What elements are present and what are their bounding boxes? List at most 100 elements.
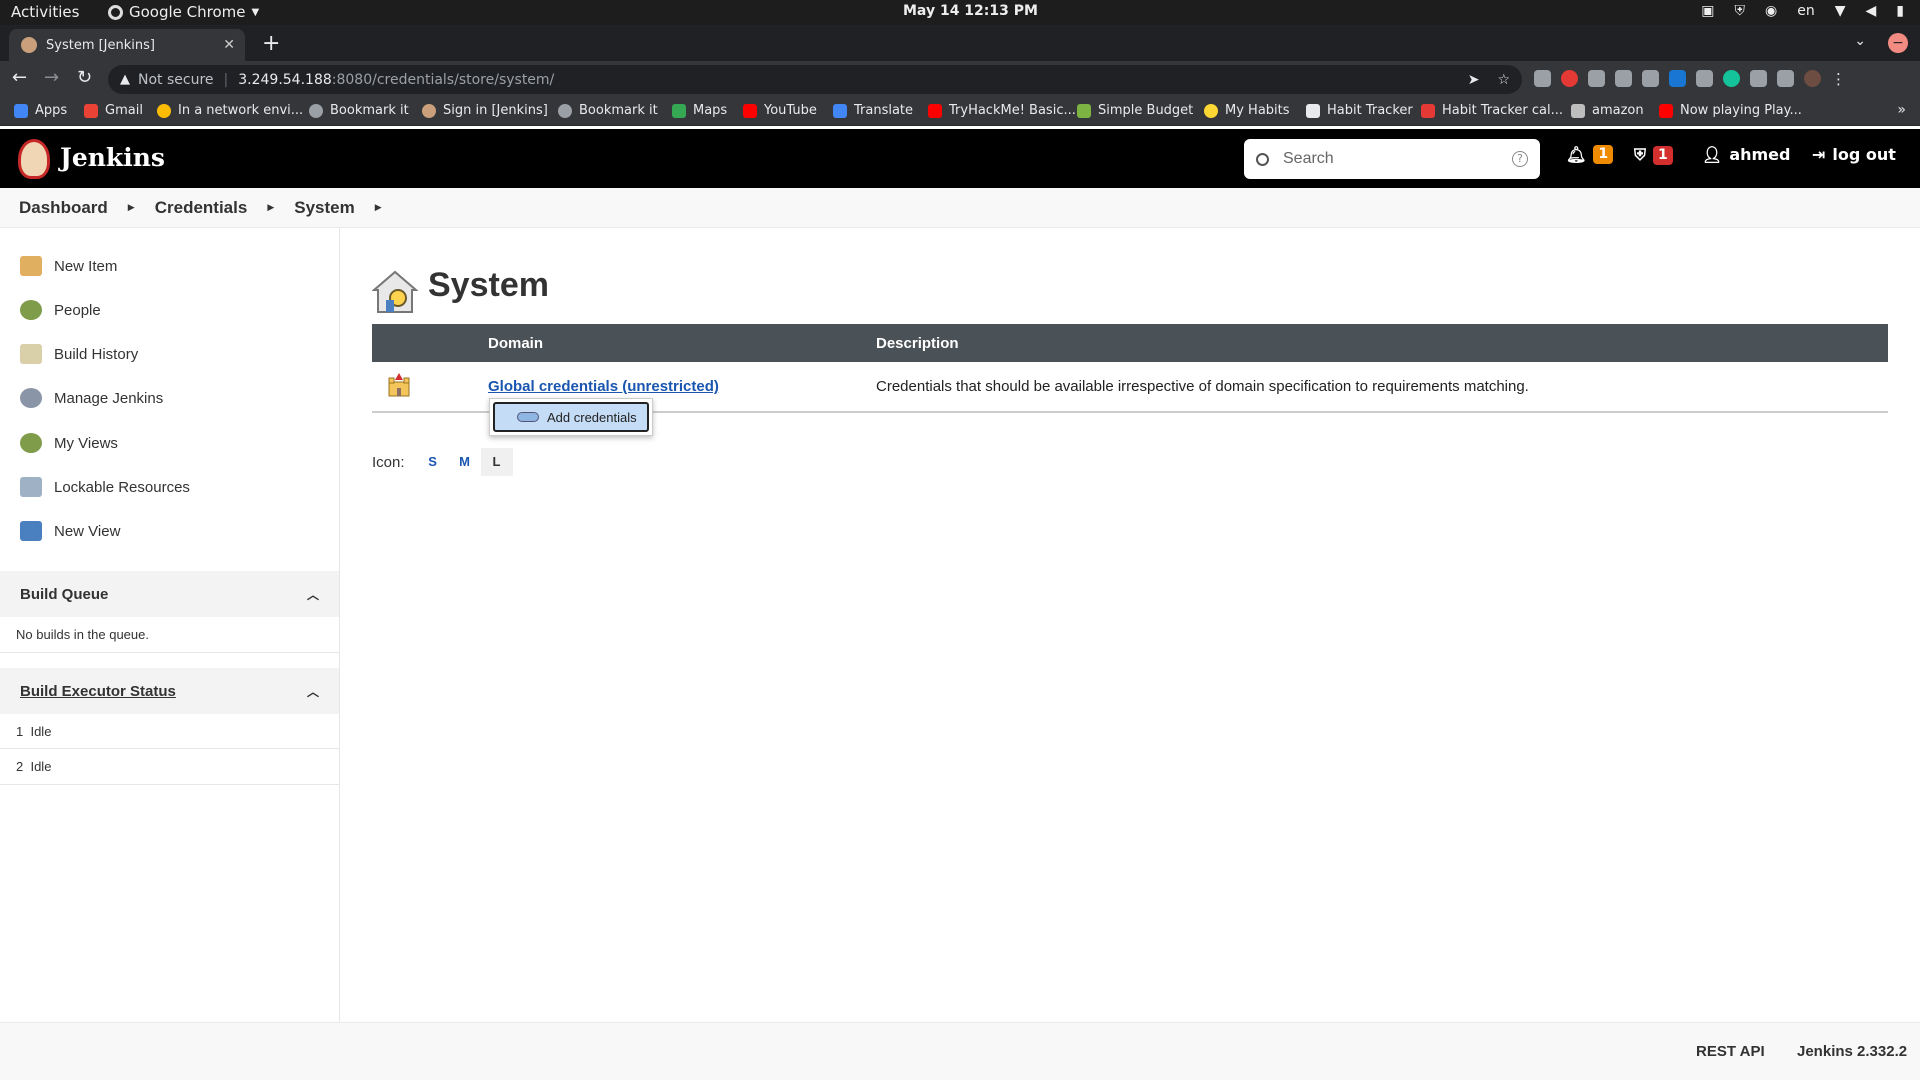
minimize-icon[interactable]: − [1888,33,1908,53]
chevron-right-icon[interactable]: ▶ [375,203,382,213]
language-indicator[interactable]: en [1797,3,1815,19]
breadcrumb: Dashboard ▶ Credentials ▶ System ▶ [0,188,1920,228]
build-queue-header[interactable]: Build Queue ︿ [0,571,339,617]
global-credentials-link[interactable]: Global credentials (unrestricted) [488,378,719,395]
reload-button[interactable]: ↻ [77,67,92,88]
bookmark-item[interactable]: My Habits [1204,103,1290,118]
bookmark-item[interactable]: Gmail [84,103,143,118]
puzzle-icon[interactable] [1750,70,1767,87]
app-menu[interactable]: Google Chrome ▼ [108,3,259,21]
adblock-icon[interactable] [1561,70,1578,87]
forward-button[interactable]: → [44,67,59,88]
back-button[interactable]: ← [12,67,27,88]
task-people[interactable]: People [20,300,101,320]
build-executor-title[interactable]: Build Executor Status [20,683,176,700]
bookmark-item[interactable]: Translate [833,103,913,118]
help-icon[interactable]: ? [1512,151,1528,167]
search-box[interactable]: ? [1244,139,1540,179]
camera-icon[interactable] [1615,70,1632,87]
maps-icon [672,103,686,118]
rest-api-link[interactable]: REST API [1696,1043,1765,1060]
extension-icon[interactable] [1588,70,1605,87]
new-tab-button[interactable]: + [262,31,280,56]
notion-icon[interactable] [1642,70,1659,87]
send-icon[interactable]: ➤ [1468,72,1480,88]
task-new-item[interactable]: New Item [20,256,117,276]
bookmark-item[interactable]: In a network envi... [157,103,303,118]
bookmark-item[interactable]: amazon [1571,103,1644,118]
bookmark-star-icon[interactable]: ☆ [1497,72,1510,88]
extension-icon[interactable] [1696,70,1713,87]
chevron-right-icon[interactable]: » [1897,102,1906,118]
executor-row: 2 Idle [0,749,339,785]
icon-size-medium[interactable]: M [449,448,481,476]
bookmark-item[interactable]: TryHackMe! Basic... [928,103,1076,118]
new-item-icon [20,256,42,276]
bookmark-item[interactable]: YouTube [743,103,817,118]
icon-size-small[interactable]: S [417,448,449,476]
extension-icon[interactable] [1534,70,1551,87]
jenkins-title[interactable]: Jenkins [60,143,165,172]
jenkins-logo-icon[interactable] [18,139,50,179]
logout-link[interactable]: ⇥ log out [1812,145,1896,164]
bookmark-item[interactable]: Apps [14,103,67,118]
url-path: :8080/credentials/store/system/ [331,71,555,88]
browser-tab[interactable]: System [Jenkins] ✕ [9,29,245,61]
task-new-view[interactable]: New View [20,521,120,541]
breadcrumb-dashboard[interactable]: Dashboard [19,198,108,218]
tab-search-icon[interactable]: ⌄ [1854,33,1866,49]
icon-size-large[interactable]: L [480,448,513,476]
separator: | [223,71,229,88]
address-bar[interactable]: ▲ Not secure | 3.249.54.188 :8080/creden… [108,65,1522,94]
icon-size-selector: Icon: S M L [372,448,513,476]
description-column-header[interactable]: Description [876,324,1888,362]
bookmark-item[interactable]: Maps [672,103,727,118]
search-icon [1256,152,1269,166]
bookmark-item[interactable]: Bookmark it [309,103,409,118]
bookmark-item[interactable]: Now playing Play... [1659,103,1802,118]
bookmarks-bar: Apps Gmail In a network envi... Bookmark… [0,98,1920,126]
task-my-views[interactable]: My Views [20,433,118,453]
bell-icon: 🔔︎ [1566,145,1587,164]
bookmark-item[interactable]: Bookmark it [558,103,658,118]
not-secure-label[interactable]: Not secure [138,72,214,88]
build-executor-header[interactable]: Build Executor Status ︿ [0,668,339,714]
task-manage-jenkins[interactable]: Manage Jenkins [20,388,163,408]
youtube-icon [1659,103,1673,118]
bookmark-item[interactable]: Simple Budget [1077,103,1193,118]
profile-avatar[interactable] [1804,70,1821,87]
user-link[interactable]: 👤︎ ahmed [1702,145,1790,164]
close-icon[interactable]: ✕ [223,37,235,53]
bookmark-item[interactable]: Habit Tracker [1306,103,1413,118]
jenkins-icon [422,103,436,118]
chevron-right-icon[interactable]: ▶ [267,203,274,213]
youtube-icon [928,103,942,118]
chevron-right-icon[interactable]: ▶ [128,203,135,213]
notifications-button[interactable]: 🔔︎ 1 [1566,145,1614,164]
task-lockable-resources[interactable]: Lockable Resources [20,477,190,497]
grammarly-icon[interactable] [1723,70,1740,87]
network-icon: ▣ [1701,3,1715,19]
page-title: System [428,266,549,304]
bookmark-item[interactable]: Sign in [Jenkins] [422,103,548,118]
security-badge: 1 [1653,145,1673,165]
activities-button[interactable]: Activities [11,3,79,21]
jenkins-version-link[interactable]: Jenkins 2.332.2 [1797,1043,1907,1060]
chevron-up-icon[interactable]: ︿ [307,683,319,700]
add-credentials-menu-item[interactable]: Add credentials [493,402,649,432]
sidepanel-icon[interactable] [1777,70,1794,87]
clock[interactable]: May 14 12:13 PM [903,3,1038,19]
system-tray[interactable]: ▣ ⛨ ◉ en ▼ ◀ ▮ [1701,3,1904,19]
bookmark-item[interactable]: Habit Tracker cal... [1421,103,1563,118]
download-icon[interactable] [1669,70,1686,87]
chevron-up-icon[interactable]: ︿ [307,586,319,603]
search-input[interactable] [1283,150,1512,168]
security-button[interactable]: ⛨ 1 [1634,145,1673,165]
domain-column-header[interactable]: Domain [488,324,876,362]
breadcrumb-credentials[interactable]: Credentials [155,198,248,218]
task-build-history[interactable]: Build History [20,344,138,364]
breadcrumb-system[interactable]: System [294,198,354,218]
globe-icon [309,103,323,118]
warning-icon[interactable]: ▲ [120,72,130,87]
menu-icon[interactable]: ⋮ [1831,70,1846,88]
